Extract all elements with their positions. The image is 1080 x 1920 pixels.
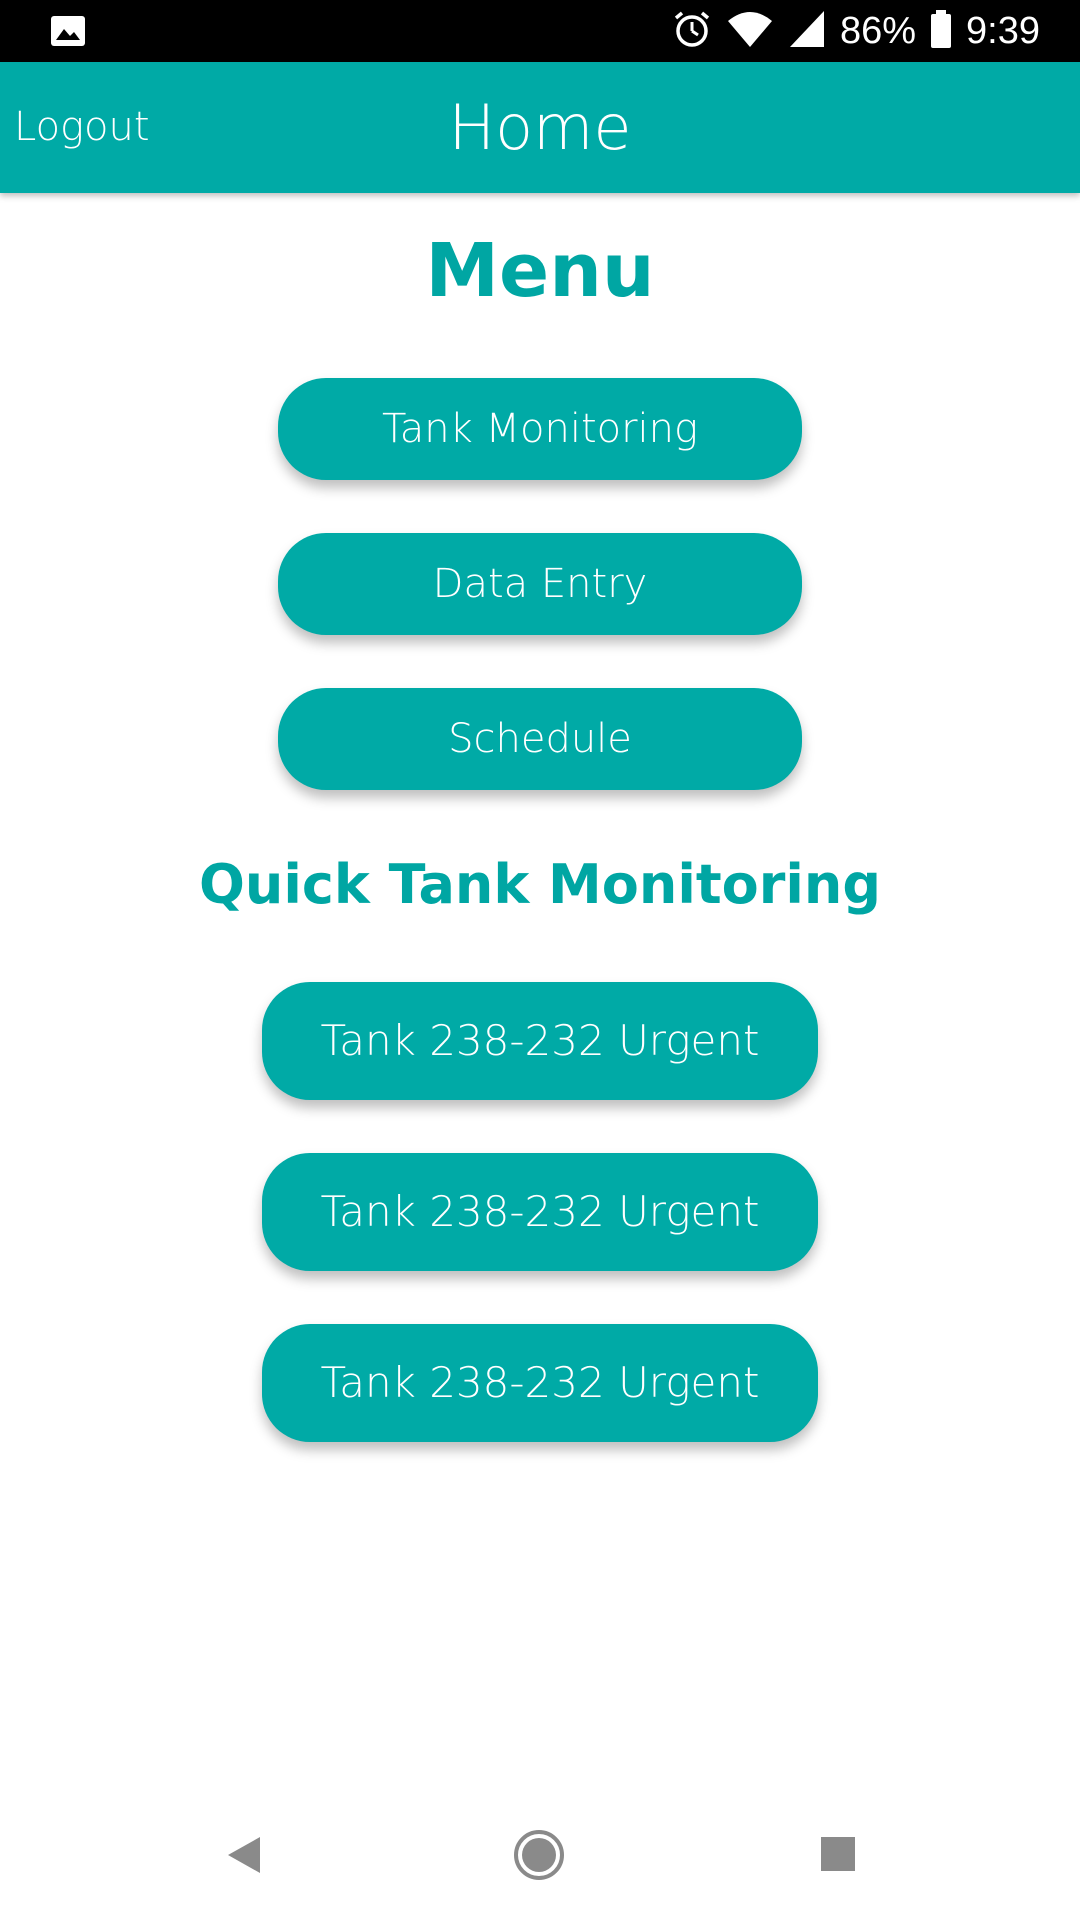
image-icon	[50, 15, 86, 47]
tank-monitoring-button[interactable]: Tank Monitoring	[278, 378, 802, 480]
quick-tank-button-1[interactable]: Tank 238-232 Urgent	[262, 982, 818, 1100]
quick-tank-monitoring-heading: Quick Tank Monitoring	[199, 853, 881, 916]
status-bar: 86% 9:39	[0, 0, 1080, 62]
quick-tank-button-3[interactable]: Tank 238-232 Urgent	[262, 1324, 818, 1442]
schedule-button[interactable]: Schedule	[278, 688, 802, 790]
battery-percent: 86%	[839, 9, 917, 52]
navigation-bar	[0, 1790, 1080, 1920]
cell-signal-icon	[788, 9, 826, 53]
data-entry-button[interactable]: Data Entry	[278, 533, 802, 635]
wifi-icon	[726, 9, 774, 53]
menu-heading: Menu	[425, 228, 655, 314]
home-icon[interactable]	[504, 1820, 574, 1890]
app-bar: Logout Home	[0, 62, 1080, 193]
page-title: Home	[448, 91, 632, 164]
recents-icon[interactable]	[804, 1820, 874, 1890]
status-time: 9:39	[966, 9, 1040, 52]
quick-tank-button-2[interactable]: Tank 238-232 Urgent	[262, 1153, 818, 1271]
battery-icon	[930, 9, 952, 53]
alarm-icon	[672, 9, 712, 53]
status-icons: 86% 9:39	[672, 0, 1040, 62]
back-icon[interactable]	[206, 1820, 276, 1890]
